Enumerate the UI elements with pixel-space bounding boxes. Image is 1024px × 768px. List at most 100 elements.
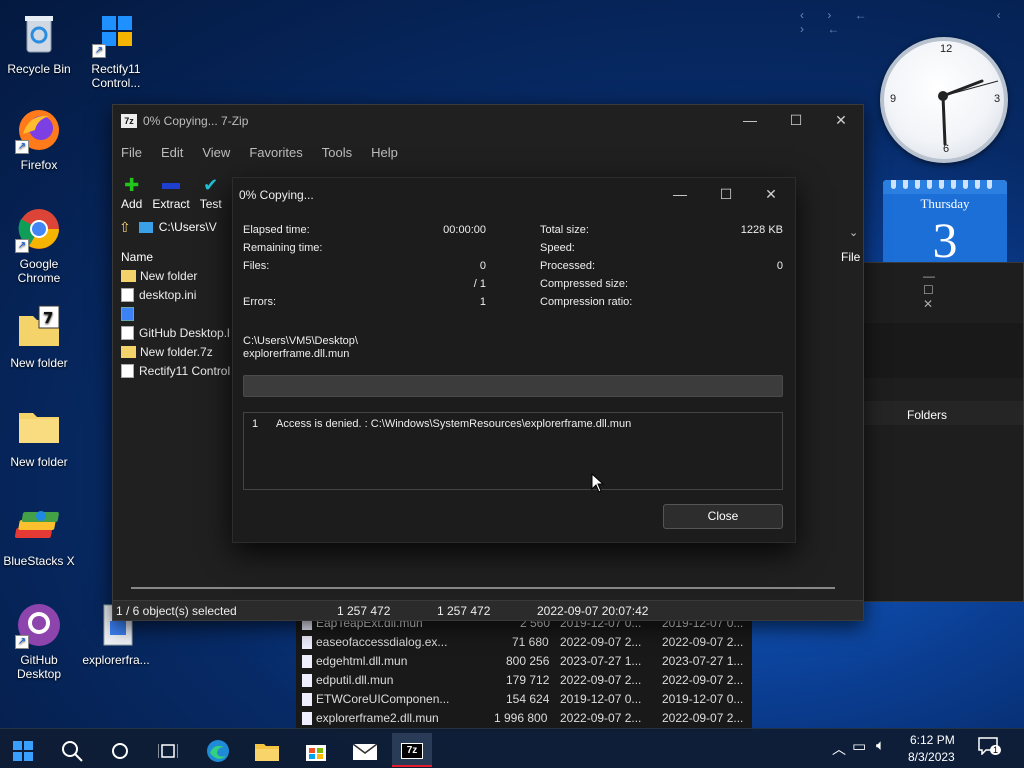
- copying-dialog[interactable]: 0% Copying... — ☐ ✕ Elapsed time: Remain…: [232, 177, 796, 543]
- extract-button[interactable]: Extract: [152, 176, 190, 211]
- volume-icon[interactable]: 🔈︎: [876, 737, 885, 754]
- search-icon: [62, 741, 83, 762]
- dialog-maximize-button[interactable]: ☐: [703, 179, 749, 209]
- recycle-bin-icon: [15, 10, 63, 58]
- total-size-value: 1228 KB: [740, 224, 783, 236]
- desktop-icon-github-desktop[interactable]: ↗ GitHub Desktop: [1, 601, 77, 681]
- file-icon: [302, 636, 312, 649]
- list-item[interactable]: edgehtml.dll.mun 800 256 2023-07-27 1...…: [302, 652, 752, 671]
- file-icon: [302, 655, 312, 668]
- show-hidden-icons-button[interactable]: ︿: [832, 739, 846, 759]
- list-item[interactable]: ETWCoreUIComponen... 154 624 2019-12-07 …: [302, 690, 752, 709]
- status-modified: 2022-09-07 20:07:42: [537, 604, 649, 618]
- store-button[interactable]: [296, 733, 336, 767]
- desktop-icon-new-folder-7z[interactable]: 7 New folder: [1, 304, 77, 370]
- desktop-icon-rectify11[interactable]: ↗ Rectify11 Control...: [78, 10, 154, 90]
- desktop-icon-new-folder[interactable]: New folder: [1, 403, 77, 469]
- file-date: 2022-09-07 2...: [662, 711, 744, 725]
- list-item[interactable]: explorerframe2.dll.mun 1 996 800 2022-09…: [302, 709, 752, 728]
- file-date: 2023-07-27 1...: [560, 654, 642, 668]
- files-total-value: / 1: [473, 278, 486, 290]
- add-button[interactable]: ✚ Add: [121, 176, 142, 211]
- desktop-icon-label: GitHub Desktop: [16, 653, 62, 681]
- compressed-size-label: Compressed size:: [540, 278, 629, 290]
- error-list[interactable]: 1 Access is denied. : C:\Windows\SystemR…: [243, 412, 783, 490]
- folders-label[interactable]: Folders: [907, 408, 947, 422]
- taskbar-date[interactable]: 8/3/2023: [908, 750, 955, 764]
- column-header-name[interactable]: Name: [121, 250, 153, 264]
- list-item[interactable]: edputil.dll.mun 179 712 2022-09-07 2... …: [302, 671, 752, 690]
- drive-icon: [138, 221, 153, 233]
- maximize-button[interactable]: ☐: [773, 105, 819, 135]
- desktop-icon-bluestacks[interactable]: BlueStacks X: [1, 502, 77, 568]
- firefox-icon: ↗: [15, 106, 63, 154]
- notification-center-button[interactable]: 1: [978, 737, 1002, 759]
- minimize-button[interactable]: —: [727, 105, 773, 135]
- error-index: 1: [252, 418, 259, 430]
- taskbar-time[interactable]: 6:12 PM: [910, 733, 955, 747]
- list-item[interactable]: desktop.ini: [121, 285, 196, 304]
- control-panel-icon: ↗: [92, 10, 140, 58]
- menu-help[interactable]: Help: [371, 145, 398, 160]
- cortana-button[interactable]: [100, 733, 140, 767]
- start-button[interactable]: [3, 733, 43, 767]
- shortcut-arrow-icon: ↗: [92, 44, 106, 58]
- list-item[interactable]: [121, 304, 139, 323]
- error-message: Access is denied. : C:\Windows\SystemRes…: [276, 418, 632, 430]
- address-dropdown-icon[interactable]: ⌄: [849, 226, 858, 239]
- list-item[interactable]: Rectify11 Control: [121, 361, 230, 380]
- list-item[interactable]: New folder.7z: [121, 342, 213, 361]
- calendar-day: Thursday: [883, 194, 1007, 214]
- folder-up-icon[interactable]: ⇧: [119, 219, 131, 236]
- address-path: C:\Users\V: [158, 220, 217, 234]
- mail-icon: [352, 743, 378, 761]
- explorer-file-list[interactable]: EapTeapExt.dll.mun 2 560 2019-12-07 0...…: [296, 612, 752, 732]
- files-label: Files:: [243, 260, 270, 272]
- dialog-close-x-button[interactable]: ✕: [748, 179, 794, 209]
- speed-label: Speed:: [540, 242, 575, 254]
- total-size-label: Total size:: [540, 224, 589, 236]
- search-button[interactable]: [52, 733, 92, 767]
- file-explorer-button[interactable]: [247, 733, 287, 767]
- desktop-icon-firefox[interactable]: ↗ Firefox: [1, 106, 77, 172]
- file-date: 2022-09-07 2...: [560, 711, 642, 725]
- test-button[interactable]: ✔ Test: [200, 176, 222, 211]
- menu-edit[interactable]: Edit: [161, 145, 183, 160]
- clock-gadget[interactable]: 12 3 6 9: [880, 37, 1008, 163]
- file-size: 800 256: [506, 654, 550, 668]
- sevenzip-taskbar-button[interactable]: 7z: [392, 733, 432, 767]
- desktop-icon-recycle-bin[interactable]: Recycle Bin: [1, 10, 77, 76]
- mail-button[interactable]: [345, 733, 385, 767]
- window-titlebar[interactable]: 7z 0% Copying... 7-Zip — ☐ ✕: [113, 105, 863, 137]
- bluestacks-icon: [14, 502, 63, 550]
- errors-label: Errors:: [243, 296, 276, 308]
- status-bar: 1 / 6 object(s) selected 1 257 472 1 257…: [113, 600, 863, 620]
- store-icon: [306, 745, 326, 762]
- column-header-file[interactable]: File: [841, 250, 860, 264]
- file-size: 1 996 800: [494, 711, 548, 725]
- test-label: Test: [199, 197, 222, 211]
- file-name: Rectify11 Control: [139, 363, 231, 378]
- close-button[interactable]: Close: [663, 504, 783, 529]
- close-window-button[interactable]: ✕: [818, 105, 864, 135]
- mouse-cursor-icon: [591, 473, 605, 493]
- menu-tools[interactable]: Tools: [322, 145, 352, 160]
- background-window[interactable]: — ☐ ✕ Folders: [862, 262, 1024, 602]
- current-path-line1: C:\Users\VM5\Desktop\: [243, 335, 358, 347]
- menu-view[interactable]: View: [202, 145, 230, 160]
- file-explorer-icon: [255, 744, 279, 762]
- list-item[interactable]: easeofaccessdialog.ex... 71 680 2022-09-…: [302, 633, 752, 652]
- file-name: easeofaccessdialog.ex...: [316, 635, 448, 649]
- network-icon[interactable]: ▭: [852, 737, 866, 755]
- task-view-button[interactable]: [148, 733, 188, 767]
- list-item[interactable]: New folder: [121, 266, 197, 285]
- calendar-gadget[interactable]: Thursday 3: [883, 180, 1007, 264]
- desktop-icon-google-chrome[interactable]: ↗ Google Chrome: [1, 205, 77, 285]
- edge-button[interactable]: [198, 733, 238, 767]
- menu-favorites[interactable]: Favorites: [249, 145, 302, 160]
- menu-file[interactable]: File: [121, 145, 142, 160]
- dialog-minimize-button[interactable]: —: [657, 179, 703, 209]
- status-packed: 1 257 472: [437, 604, 491, 618]
- horizontal-scrollbar[interactable]: [131, 587, 835, 589]
- list-item[interactable]: GitHub Desktop.l: [121, 323, 230, 342]
